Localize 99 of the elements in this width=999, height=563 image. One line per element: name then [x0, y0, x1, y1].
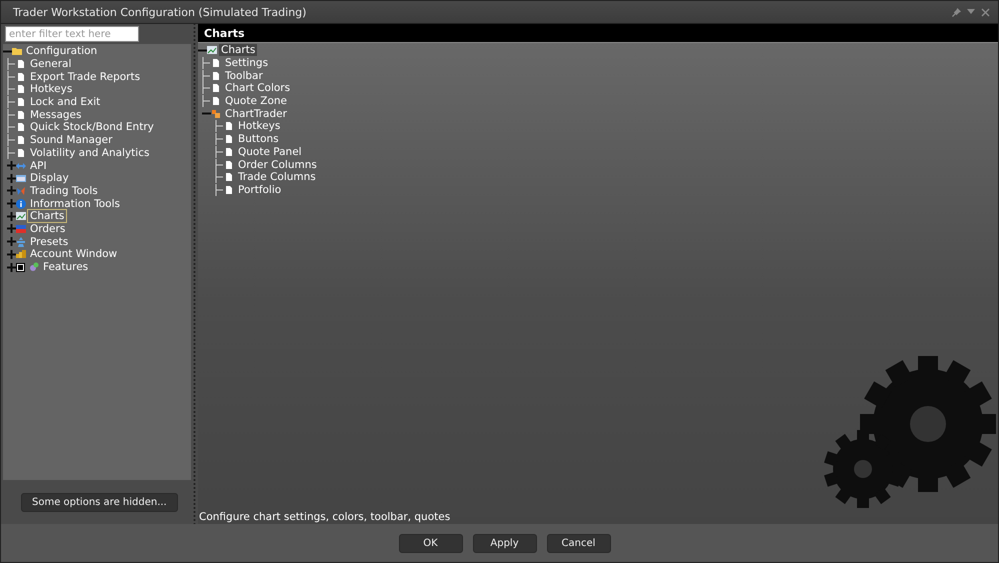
tree-item[interactable]: Display — [28, 172, 71, 184]
page-icon — [211, 96, 221, 106]
tree-item[interactable]: General — [28, 58, 74, 70]
tree-item[interactable]: Information Tools — [28, 198, 122, 210]
tree-line-icon — [202, 95, 211, 108]
orders-icon — [16, 224, 26, 234]
tree-line-icon — [215, 120, 224, 132]
tree-line-icon — [202, 82, 211, 94]
tools-icon — [16, 186, 26, 196]
page-icon — [224, 172, 234, 182]
expand-icon[interactable] — [7, 212, 16, 221]
page-icon — [224, 146, 234, 157]
tree-item[interactable]: Account Window — [28, 248, 120, 260]
hidden-options-button[interactable]: Some options are hidden... — [21, 492, 178, 512]
tree-item[interactable]: Sound Manager — [28, 134, 114, 146]
tree-line-icon — [7, 58, 16, 70]
tree-item[interactable]: Features — [41, 261, 90, 274]
tree-item[interactable]: Trading Tools — [28, 184, 100, 197]
tree-line-icon — [7, 146, 16, 159]
page-icon — [16, 72, 26, 82]
tree-line-icon — [7, 83, 16, 96]
tree-item[interactable]: Charts — [219, 44, 258, 56]
expand-icon[interactable] — [7, 224, 16, 234]
page-icon — [211, 58, 221, 68]
tree-item[interactable]: Toolbar — [223, 70, 265, 82]
expand-icon[interactable] — [7, 237, 16, 246]
arrows-icon — [16, 160, 26, 171]
page-icon — [211, 70, 221, 81]
tree-line-icon — [7, 70, 16, 83]
page-icon — [16, 97, 26, 108]
features-icon — [29, 262, 39, 272]
dialog-button[interactable]: OK — [398, 534, 462, 552]
tree-item[interactable]: ChartTrader — [223, 108, 289, 120]
tree-item[interactable]: Portfolio — [236, 184, 284, 196]
page-icon — [16, 135, 26, 146]
caret-icon[interactable] — [967, 9, 975, 15]
page-icon — [16, 122, 26, 132]
page-icon — [211, 83, 221, 94]
checkbox[interactable] — [16, 262, 25, 272]
tree-line-icon — [215, 146, 224, 158]
page-icon — [224, 121, 234, 132]
tree-line-icon — [202, 57, 211, 70]
expand-icon[interactable] — [7, 174, 16, 183]
tree-line-icon — [215, 184, 224, 196]
tree-item[interactable]: Order Columns — [236, 158, 319, 171]
tree-line-icon — [7, 96, 16, 108]
tree-item[interactable]: Quick Stock/Bond Entry — [28, 121, 156, 134]
info-icon — [16, 198, 26, 209]
tree-item[interactable]: Hotkeys — [28, 83, 74, 96]
page-icon — [224, 134, 234, 144]
pin-icon[interactable] — [952, 8, 961, 16]
tree-item[interactable]: Orders — [28, 222, 68, 235]
tree-item[interactable]: Messages — [28, 108, 84, 121]
trader-icon — [211, 108, 221, 119]
chart-icon — [207, 45, 217, 56]
tree-item[interactable]: Quote Panel — [236, 146, 304, 158]
page-icon — [224, 160, 234, 170]
splitter[interactable] — [191, 24, 198, 524]
tree-item[interactable]: Buttons — [236, 133, 281, 146]
tree-line-icon — [202, 70, 211, 82]
coins-icon — [16, 249, 26, 260]
expand-icon[interactable] — [7, 186, 16, 196]
tree-line-icon — [7, 108, 16, 121]
window-title: Trader Workstation Configuration (Simulated Trading) — [13, 6, 306, 18]
filter-field[interactable]: enter filter text here — [5, 26, 139, 42]
tree-item[interactable]: Configuration — [24, 45, 100, 58]
description-text: Configure chart settings, colors, toolbar, quotes — [198, 511, 452, 524]
tree-line-icon — [215, 171, 224, 184]
page-icon — [16, 148, 26, 158]
tree-item[interactable]: Volatility and Analytics — [28, 146, 152, 159]
tree-line-icon — [215, 158, 224, 171]
expand-icon[interactable] — [7, 199, 16, 208]
page-icon — [16, 84, 26, 94]
tree-item[interactable]: Export Trade Reports — [28, 70, 142, 83]
tree-item[interactable]: Lock and Exit — [28, 96, 102, 108]
page-icon — [16, 59, 26, 70]
tree-item[interactable]: Hotkeys — [236, 120, 282, 132]
folder-icon — [12, 46, 22, 56]
display-icon — [16, 173, 26, 184]
close-icon[interactable] — [981, 8, 990, 16]
tree-item[interactable]: Settings — [223, 57, 270, 70]
page-icon — [16, 110, 26, 120]
tree-item[interactable]: Trade Columns — [236, 171, 318, 184]
dialog-button[interactable]: Cancel — [546, 534, 610, 552]
tree-item[interactable]: Quote Zone — [223, 95, 289, 108]
tree-item[interactable]: Chart Colors — [223, 82, 292, 94]
tree-line-icon — [7, 134, 16, 146]
expand-icon[interactable] — [7, 250, 16, 259]
tree-item[interactable]: API — [28, 160, 49, 172]
panel-header: Charts — [198, 24, 998, 43]
page-icon — [224, 184, 234, 195]
tree-line-icon — [215, 133, 224, 146]
tree-line-icon — [7, 121, 16, 134]
tree-item[interactable]: Charts — [28, 210, 66, 222]
tree-item[interactable]: Presets — [28, 236, 70, 248]
expand-icon[interactable] — [7, 161, 16, 170]
chart-icon — [16, 211, 26, 222]
presets-icon — [16, 236, 26, 247]
dialog-button[interactable]: Apply — [472, 534, 536, 552]
